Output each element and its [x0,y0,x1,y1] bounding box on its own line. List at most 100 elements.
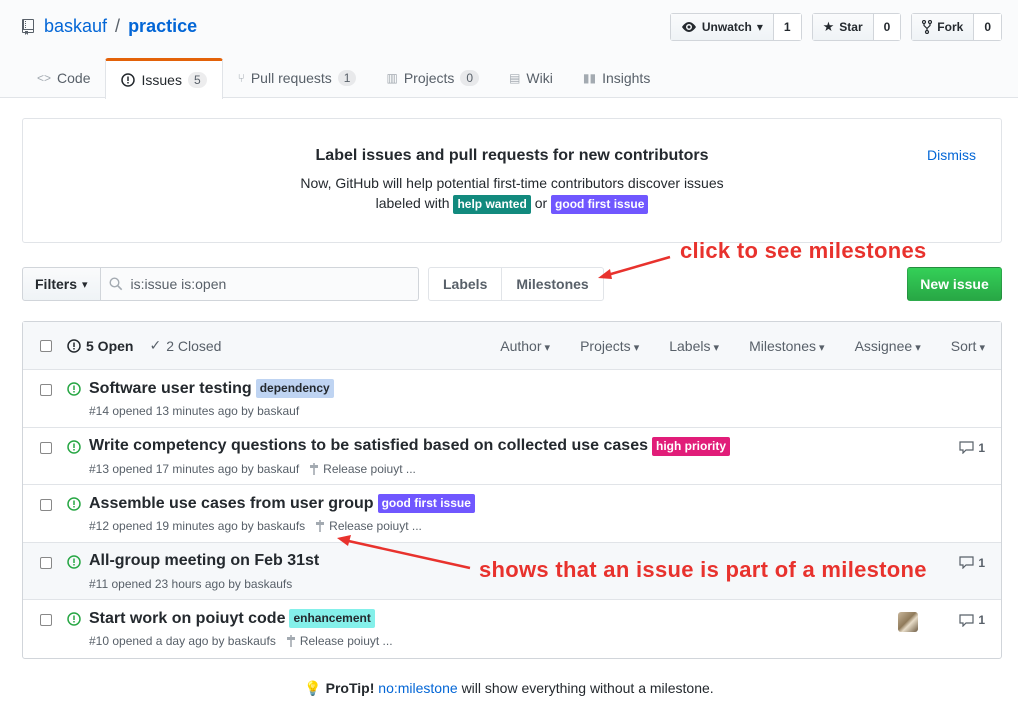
issue-title-link[interactable]: Write competency questions to be satisfi… [89,437,648,455]
label-high-priority[interactable]: high priority [652,436,730,456]
search-input[interactable]: is:issue is:open [131,276,227,292]
issue-checkbox[interactable] [40,441,52,454]
repo-name-link[interactable]: practice [128,16,197,37]
author-dropdown[interactable]: Author [500,338,550,354]
issue-open-icon [67,497,81,511]
issue-title-link[interactable]: Assemble use cases from user group [89,495,374,513]
comments-link[interactable]: 1 [959,556,985,570]
tab-pull-requests[interactable]: ⑂ Pull requests 1 [223,58,372,98]
issue-title-link[interactable]: All-group meeting on Feb 31st [89,552,319,570]
unwatch-label: Unwatch [701,20,752,34]
projects-dropdown[interactable]: Projects [580,338,639,354]
issue-search-field[interactable]: is:issue is:open [100,267,419,301]
search-icon [109,277,122,291]
issue-title-row: Write competency questions to be satisfi… [89,436,730,456]
eye-icon [681,22,696,32]
lightbulb-icon: 💡 [304,680,322,696]
issue-meta: #10 opened a day ago by baskaufs Release… [89,634,393,648]
issue-meta-text: #14 opened 13 minutes ago by baskauf [89,404,300,418]
comments-link[interactable]: 1 [959,441,985,455]
tab-wiki[interactable]: ▤ Wiki [494,58,568,98]
star-icon: ★ [822,19,835,34]
assignee-dropdown[interactable]: Assignee [855,338,921,354]
filters-button[interactable]: Filters ▾ [22,267,101,301]
issue-states: 5 Open ✓ 2 Closed [67,337,221,354]
notice-line-2-prefix: labeled with [375,195,450,211]
forks-count[interactable]: 0 [974,14,1001,40]
fork-label: Fork [937,20,964,34]
comments-link[interactable]: 1 [959,613,985,627]
open-filter[interactable]: 5 Open [67,337,133,354]
watchers-count[interactable]: 1 [773,14,801,40]
fork-icon [922,20,933,34]
milestones-dropdown[interactable]: Milestones [749,338,825,354]
tab-code[interactable]: <> Code [22,58,105,98]
closed-count: 2 Closed [166,337,222,354]
comments-count: 1 [978,555,985,570]
issue-milestone-link[interactable]: Release poiuyt ... [315,519,422,533]
chevron-down-icon: ▾ [82,278,88,291]
unwatch-button[interactable]: Unwatch ▾ [670,14,774,40]
tab-issues-label: Issues [141,72,182,88]
label-good-first-issue[interactable]: good first issue [551,195,649,214]
repo-owner-link[interactable]: baskauf [44,16,107,37]
issue-open-icon [67,612,81,626]
fork-button[interactable]: Fork [912,14,975,40]
repo-separator: / [115,16,121,36]
issue-checkbox[interactable] [40,614,52,626]
tab-pull-requests-counter: 1 [337,70,357,86]
protip-bold: ProTip! [325,680,375,696]
labels-dropdown[interactable]: Labels [669,338,719,354]
tab-projects[interactable]: ▥ Projects 0 [371,58,494,98]
star-label: Star [839,20,863,34]
issue-milestone-link[interactable]: Release poiuyt ... [309,462,416,476]
issue-milestone-link[interactable]: Release poiuyt ... [286,634,393,648]
sort-dropdown[interactable]: Sort [951,338,985,354]
issue-open-icon [67,439,81,454]
tab-code-label: Code [57,70,91,86]
new-issue-button[interactable]: New issue [907,267,1002,301]
comment-icon [959,556,974,569]
select-all-checkbox[interactable] [40,339,52,352]
fork-group: Fork 0 [911,13,1002,41]
tab-insights[interactable]: ▮▮ Insights [568,58,665,98]
label-dependency[interactable]: dependency [255,379,334,398]
contributor-labels-notice: Label issues and pull requests for new c… [22,118,1002,243]
issue-meta-text: #12 opened 19 minutes ago by baskaufs [89,519,306,533]
issue-meta-text: #11 opened 23 hours ago by baskaufs [89,576,293,591]
star-button[interactable]: ★ Star [812,14,874,40]
repo-title: baskauf / practice [22,16,197,37]
notice-or: or [534,195,548,211]
protip: 💡 ProTip! no:milestone will show everyth… [0,680,1018,697]
issue-checkbox[interactable] [40,556,52,569]
tab-pull-requests-label: Pull requests [250,70,332,86]
unwatch-group: Unwatch ▾ 1 [669,13,802,41]
issue-row[interactable]: Assemble use cases from user group good … [23,485,1001,543]
tab-wiki-label: Wiki [526,70,553,86]
chevron-down-icon: ▾ [756,20,763,34]
comment-icon [959,613,974,627]
labels-button[interactable]: Labels [429,268,501,300]
issue-row[interactable]: Write competency questions to be satisfi… [23,428,1001,485]
protip-link[interactable]: no:milestone [378,680,457,696]
issue-title-link[interactable]: Start work on poiuyt code [89,610,285,628]
issue-row[interactable]: Start work on poiuyt code enhancement #1… [23,600,1001,658]
stars-count[interactable]: 0 [873,14,901,40]
closed-filter[interactable]: ✓ 2 Closed [149,337,221,354]
label-help-wanted[interactable]: help wanted [453,195,531,214]
tab-issues[interactable]: Issues 5 [105,58,223,99]
dismiss-button[interactable]: Dismiss [927,147,976,163]
assignee-avatar[interactable] [898,612,918,632]
issue-title-link[interactable]: Software user testing [89,380,252,398]
label-good-first-issue[interactable]: good first issue [377,494,475,513]
issue-milestone-label: Release poiuyt ... [323,461,416,476]
issue-row[interactable]: Software user testing dependency #14 ope… [23,370,1001,428]
issue-meta: #14 opened 13 minutes ago by baskauf [89,404,299,418]
label-enhancement[interactable]: enhancement [289,609,375,628]
issue-opened-icon [67,338,81,353]
issue-checkbox[interactable] [40,499,52,511]
issue-checkbox[interactable] [40,384,52,396]
milestones-button[interactable]: Milestones [501,268,602,300]
issue-meta: #11 opened 23 hours ago by baskaufs [89,577,292,591]
tab-projects-counter: 0 [460,70,480,86]
